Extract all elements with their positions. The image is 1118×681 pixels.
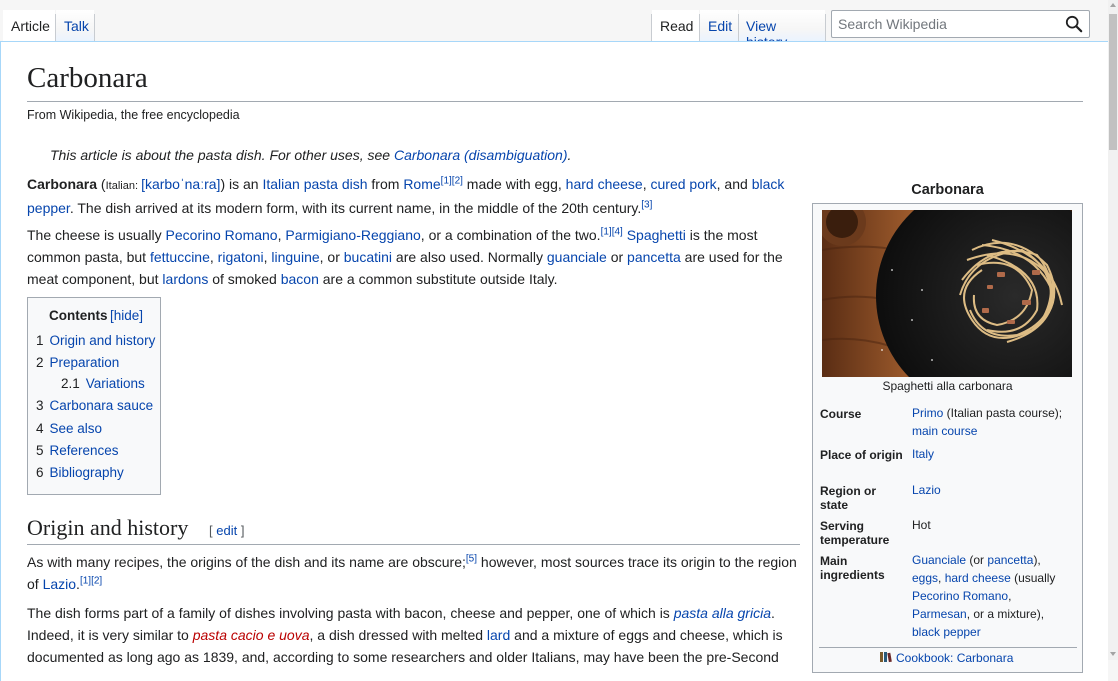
infobox-label: Course xyxy=(820,407,862,421)
tab-read[interactable]: Read xyxy=(652,10,699,42)
tab-talk[interactable]: Talk xyxy=(56,10,94,42)
citation[interactable]: [5] xyxy=(466,553,477,564)
section-edit-link[interactable]: edit xyxy=(216,523,237,538)
toc-item[interactable]: 2.1 Variations xyxy=(61,376,145,391)
hatnote-text: . xyxy=(567,147,572,163)
scrollbar-thumb[interactable] xyxy=(1109,14,1117,150)
link-italy[interactable]: Italy xyxy=(912,447,934,461)
intro-paragraph: Carbonara (Italian: [karboˈnaːra]) is an… xyxy=(27,175,785,216)
origin-paragraph: As with many recipes, the origins of the… xyxy=(27,553,797,592)
link-cured-pork[interactable]: cured pork xyxy=(651,176,717,192)
link-hard-cheese[interactable]: hard cheese xyxy=(945,571,1011,585)
origin-paragraph-2: The dish forms part of a family of dishe… xyxy=(27,605,783,665)
search-input[interactable] xyxy=(832,11,1066,37)
ipa-label: Italian: xyxy=(105,180,142,192)
scroll-up-icon[interactable] xyxy=(1110,3,1116,7)
link-guanciale[interactable]: guanciale xyxy=(547,249,607,265)
infobox-label: Place of origin xyxy=(820,448,903,462)
ipa-link[interactable]: [karboˈnaːra] xyxy=(141,176,220,192)
link-pecorino[interactable]: Pecorino Romano xyxy=(166,227,278,243)
scroll-down-icon[interactable] xyxy=(1110,652,1116,656)
citation[interactable]: [1] xyxy=(441,175,452,186)
book-icon xyxy=(880,652,892,663)
infobox-value: Guanciale (or pancetta), eggs, hard chees… xyxy=(912,553,1056,639)
link-eggs[interactable]: eggs xyxy=(912,571,938,585)
toc-item[interactable]: 3 Carbonara sauce xyxy=(36,398,153,413)
infobox-value: Primo (Italian pasta course); main course xyxy=(912,406,1063,438)
link-primo[interactable]: Primo xyxy=(912,406,943,420)
link-lazio[interactable]: Lazio xyxy=(43,576,76,592)
link-pancetta[interactable]: pancetta xyxy=(627,249,681,265)
hatnote: This article is about the pasta dish. Fo… xyxy=(50,147,571,163)
infobox: Spaghetti alla carbonara Course Primo (I… xyxy=(812,203,1083,673)
link-hard-cheese[interactable]: hard cheese xyxy=(566,176,643,192)
section-heading: Origin and history [ edit ] xyxy=(27,513,800,545)
link-rome[interactable]: Rome xyxy=(403,176,440,192)
link-pecorino-romano[interactable]: Pecorino Romano xyxy=(912,589,1008,603)
link-rigatoni[interactable]: rigatoni xyxy=(218,249,264,265)
link-guanciale[interactable]: Guanciale xyxy=(912,553,966,567)
infobox-value: Hot xyxy=(912,518,931,532)
link-parmesan[interactable]: Parmesan xyxy=(912,607,967,621)
infobox-divider xyxy=(819,647,1077,648)
citation[interactable]: [2] xyxy=(452,175,463,186)
hatnote-text: This article is about the pasta dish. Fo… xyxy=(50,147,394,163)
toc-item[interactable]: 6 Bibliography xyxy=(36,465,124,480)
infobox-label: Region or state xyxy=(820,484,876,512)
link-lazio[interactable]: Lazio xyxy=(912,483,941,497)
section-title: Origin and history xyxy=(27,515,189,540)
link-linguine[interactable]: linguine xyxy=(271,249,319,265)
tab-divider xyxy=(94,14,95,42)
link-lard[interactable]: lard xyxy=(487,627,510,643)
toc-item[interactable]: 2 Preparation xyxy=(36,355,119,370)
link-main-course[interactable]: main course xyxy=(912,424,977,438)
redlink-pasta-cacio-e-uova[interactable]: pasta cacio e uova xyxy=(193,627,310,643)
infobox-value: Lazio xyxy=(912,481,1078,499)
intro-paragraph-2: The cheese is usually Pecorino Romano, P… xyxy=(27,226,783,287)
toc-title: Contents xyxy=(49,308,108,323)
citation[interactable]: [3] xyxy=(641,199,652,210)
bold-term: Carbonara xyxy=(27,176,98,192)
cookbook-link[interactable]: Cookbook: Carbonara xyxy=(879,651,1013,665)
link-italian-pasta[interactable]: Italian pasta dish xyxy=(262,176,367,192)
image-caption: Spaghetti alla carbonara xyxy=(882,379,1013,393)
tab-article[interactable]: Article xyxy=(3,10,55,42)
tab-edit[interactable]: Edit xyxy=(700,10,738,42)
infobox-title: Carbonara xyxy=(911,182,984,198)
citation[interactable]: [1] xyxy=(80,575,91,586)
infobox-value: Italy xyxy=(912,445,1078,463)
search-box xyxy=(831,10,1090,38)
link-pancetta[interactable]: pancetta xyxy=(987,553,1033,567)
toc-item[interactable]: 5 References xyxy=(36,443,119,458)
hatnote-link[interactable]: Carbonara (disambiguation) xyxy=(394,147,568,163)
link-fettuccine[interactable]: fettuccine xyxy=(150,249,210,265)
link-parmigiano[interactable]: Parmigiano-Reggiano xyxy=(285,227,420,243)
page-title: Carbonara xyxy=(27,62,1083,102)
citation[interactable]: [2] xyxy=(91,575,102,586)
infobox-label: Main ingredients xyxy=(820,554,885,582)
link-bucatini[interactable]: bucatini xyxy=(344,249,392,265)
link-bacon[interactable]: bacon xyxy=(281,271,319,287)
toc-hide-toggle[interactable]: [hide] xyxy=(110,308,143,323)
table-of-contents: Contents [hide] 1 Origin and history 2 Pre… xyxy=(27,297,161,495)
toc-item[interactable]: 1 Origin and history xyxy=(36,333,155,348)
vertical-scrollbar[interactable] xyxy=(1108,0,1118,660)
link-pasta-alla-gricia[interactable]: pasta alla gricia xyxy=(674,605,771,621)
tagline: From Wikipedia, the free encyclopedia xyxy=(27,108,240,122)
section-edit: [ edit ] xyxy=(209,523,245,538)
search-icon[interactable] xyxy=(1065,15,1083,33)
link-lardons[interactable]: lardons xyxy=(162,271,208,287)
tab-divider xyxy=(825,14,826,42)
cookbook-link-text[interactable]: Cookbook: Carbonara xyxy=(896,651,1013,665)
citation[interactable]: [4] xyxy=(612,226,623,237)
citation[interactable]: [1] xyxy=(601,226,612,237)
tab-view-history[interactable]: View history xyxy=(739,10,825,50)
infobox-label: Serving temperature xyxy=(820,519,890,547)
toc-item[interactable]: 4 See also xyxy=(36,421,102,436)
link-spaghetti[interactable]: Spaghetti xyxy=(627,227,686,243)
carbonara-photo[interactable] xyxy=(822,210,1072,377)
link-black-pepper[interactable]: black pepper xyxy=(912,625,981,639)
